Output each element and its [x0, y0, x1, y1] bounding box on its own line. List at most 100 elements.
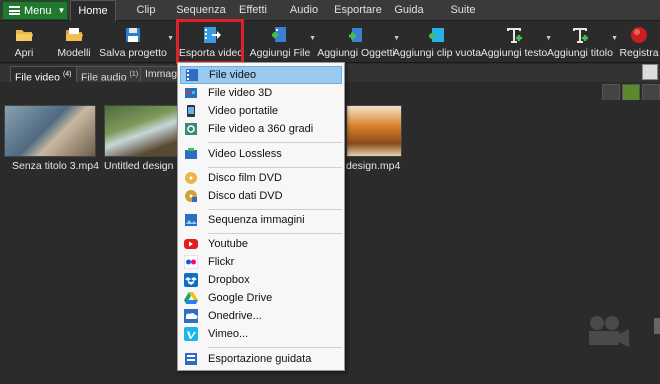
- save-icon: [126, 28, 140, 42]
- menu-item-export-wizard[interactable]: Esportazione guidata: [180, 350, 342, 368]
- dropbox-icon: [184, 273, 198, 287]
- tab-sequenza[interactable]: Sequenza: [176, 0, 226, 21]
- tab-clip[interactable]: Clip: [130, 0, 162, 21]
- tab-images[interactable]: Immagi: [140, 66, 178, 82]
- export-video-button[interactable]: Esporta video: [178, 21, 244, 63]
- add-blank-clip-label: Aggiungi clip vuota: [392, 47, 482, 59]
- app-window: Menu ▼ Home Clip Sequenza Effetti Audio …: [0, 0, 660, 384]
- menu-item-lossless[interactable]: Video Lossless: [180, 145, 342, 163]
- menu-item-label: Video portatile: [208, 105, 279, 117]
- tab-audio-files[interactable]: File audio (1): [76, 66, 144, 84]
- menu-item-onedrive[interactable]: Onedrive...: [180, 307, 342, 325]
- flickr-icon: [184, 255, 198, 269]
- menu-item-youtube[interactable]: Youtube: [180, 235, 342, 253]
- open-label: Apri: [14, 47, 34, 59]
- add-objects-button[interactable]: Aggiungi Oggetti ▼: [317, 21, 400, 63]
- menu-item-label: Esportazione guidata: [208, 353, 312, 365]
- media-caption: Senza titolo 3.mp4: [12, 160, 99, 172]
- tab-video-files[interactable]: File video (4): [10, 66, 77, 84]
- menu-separator: [208, 347, 342, 348]
- export-video-icon: [204, 27, 221, 43]
- dvd-data-icon: [185, 190, 197, 202]
- menu-item-label: Onedrive...: [208, 310, 262, 322]
- menu-item-dropbox[interactable]: Dropbox: [180, 271, 342, 289]
- menu-separator: [208, 142, 342, 143]
- add-folder-icon[interactable]: [622, 84, 640, 101]
- add-title-button[interactable]: Aggiungi titolo ▼: [547, 21, 618, 63]
- film-3d-icon: [185, 88, 197, 98]
- tab-audio[interactable]: Audio: [287, 0, 321, 21]
- dropdown-arrow-icon: ▼: [167, 35, 174, 42]
- add-title-icon: [573, 28, 588, 43]
- menu-item-dvd-data[interactable]: Disco dati DVD: [180, 187, 342, 205]
- menu-item-label: Disco dati DVD: [208, 190, 283, 202]
- add-objects-icon: [349, 28, 362, 42]
- menu-item-portable-video[interactable]: Video portatile: [180, 102, 342, 120]
- tab-video-files-label: File video: [15, 71, 60, 84]
- media-caption: design.mp4: [346, 160, 401, 172]
- video-360-icon: [185, 123, 197, 135]
- add-file-button[interactable]: Aggiungi File ▼: [249, 21, 316, 63]
- list-view-icon[interactable]: [642, 84, 660, 101]
- add-blank-clip-button[interactable]: Aggiungi clip vuota: [393, 21, 481, 63]
- tab-audio-files-label: File audio: [81, 71, 127, 84]
- menu-button-label: Menu: [24, 4, 52, 17]
- menu-button[interactable]: Menu ▼: [2, 1, 68, 20]
- expand-icon[interactable]: [642, 64, 658, 80]
- dvd-movie-icon: [185, 172, 197, 184]
- menu-item-label: Sequenza immagini: [208, 214, 305, 226]
- onedrive-icon: [184, 309, 198, 323]
- add-text-button[interactable]: Aggiungi testo ▼: [481, 21, 552, 63]
- open-button[interactable]: Apri: [6, 21, 42, 63]
- add-file-label: Aggiungi File: [249, 47, 311, 59]
- menu-separator: [208, 167, 342, 168]
- youtube-icon: [184, 239, 198, 249]
- tab-audio-files-count: (1): [129, 71, 139, 78]
- tab-video-files-count: (4): [62, 71, 72, 78]
- add-objects-label: Aggiungi Oggetti: [317, 47, 395, 59]
- menu-item-label: Dropbox: [208, 274, 250, 286]
- menu-item-google-drive[interactable]: Google Drive: [180, 289, 342, 307]
- menu-item-image-sequence[interactable]: Sequenza immagini: [180, 211, 342, 229]
- menu-item-video-3d[interactable]: File video 3D: [180, 84, 342, 102]
- menu-item-label: Vimeo...: [208, 328, 249, 340]
- save-project-button[interactable]: Salva progetto ▼: [99, 21, 174, 63]
- media-thumbnail[interactable]: [346, 105, 402, 157]
- menu-item-label: File video 3D: [208, 87, 273, 99]
- home-toolbar: Apri Modelli Salva progetto ▼ Esporta vi…: [0, 21, 660, 63]
- menu-item-label: Youtube: [208, 238, 248, 250]
- add-title-label: Aggiungi titolo: [547, 47, 613, 59]
- menu-item-label: Flickr: [208, 256, 235, 268]
- trash-icon[interactable]: [602, 84, 620, 101]
- menu-item-vimeo[interactable]: Vimeo...: [180, 325, 342, 343]
- templates-button[interactable]: Modelli: [52, 21, 96, 63]
- google-drive-icon: [184, 292, 198, 304]
- record-button[interactable]: Registra: [618, 21, 660, 63]
- dropdown-arrow-icon: ▼: [611, 35, 618, 42]
- templates-label: Modelli: [57, 47, 91, 59]
- ribbon-tab-bar: Menu ▼ Home Clip Sequenza Effetti Audio …: [0, 0, 660, 21]
- tab-suite[interactable]: Suite: [450, 0, 476, 21]
- menu-item-flickr[interactable]: Flickr: [180, 253, 342, 271]
- dropdown-arrow-icon: ▼: [309, 35, 316, 42]
- menu-item-dvd-movie[interactable]: Disco film DVD: [180, 169, 342, 187]
- folder-open-icon: [16, 30, 33, 41]
- tab-guida[interactable]: Guida: [394, 0, 424, 21]
- menu-item-video-360[interactable]: File video a 360 gradi: [180, 120, 342, 138]
- add-text-icon: [507, 28, 522, 43]
- tab-home[interactable]: Home: [70, 0, 116, 21]
- tab-esportare[interactable]: Esportare: [333, 0, 383, 21]
- menu-item-video-file[interactable]: File video: [180, 66, 342, 84]
- tab-effetti[interactable]: Effetti: [232, 0, 274, 21]
- caret-down-icon: ▼: [57, 6, 66, 15]
- menu-item-label: File video: [209, 69, 257, 81]
- menu-item-label: Disco film DVD: [208, 172, 282, 184]
- camera-icon: [589, 316, 629, 347]
- lossless-icon: [185, 148, 197, 159]
- menu-separator: [208, 233, 342, 234]
- scrollbar-thumb[interactable]: [654, 318, 660, 334]
- export-video-label: Esporta video: [178, 47, 244, 59]
- image-sequence-icon: [185, 214, 197, 226]
- media-thumbnail[interactable]: [4, 105, 96, 157]
- menu-item-label: Google Drive: [208, 292, 273, 304]
